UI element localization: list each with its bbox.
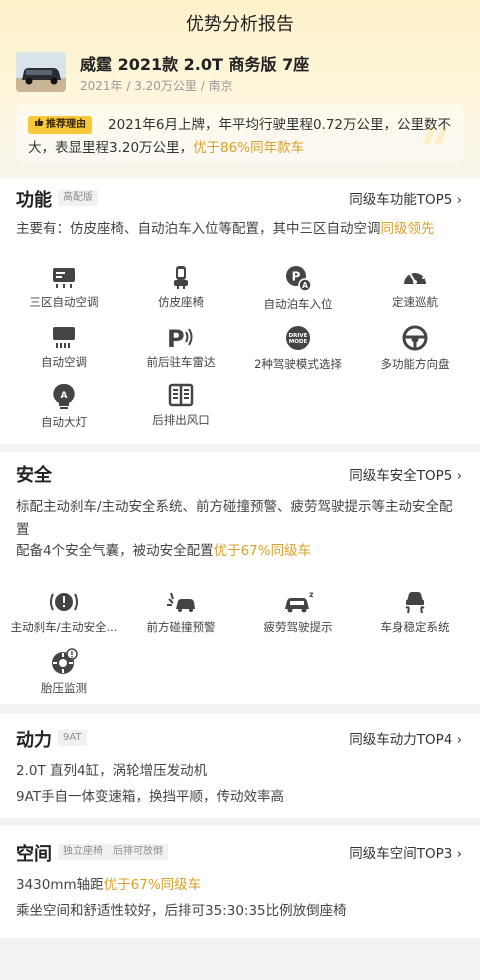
space-line-2: 乘坐空间和舒适性较好，后排可35:30:35比例放倒座椅 — [16, 903, 347, 919]
feature-collision-warning: 前方碰撞预警 — [121, 589, 241, 635]
safety-desc-2: 配备4个安全气囊，被动安全配置优于67%同级车 — [16, 543, 312, 559]
drive-mode-icon: DRIVEMODE — [286, 326, 310, 350]
steering-wheel-icon — [402, 325, 428, 351]
feature-tire-pressure: 胎压监测 — [4, 648, 124, 696]
power-line-2: 9AT手自一体变速箱，换挡平顺，传动效率高 — [16, 789, 285, 805]
car-meta: 2021年 / 3.20万公里 / 南京 — [80, 79, 233, 93]
feature-stability-control: 车身稳定系统 — [355, 589, 475, 635]
feature-three-zone-ac: 三区自动空调 — [4, 264, 124, 310]
space-badge-independent-seats: 独立座椅 — [58, 844, 108, 860]
function-top-link[interactable]: 同级车功能TOP5 › — [349, 188, 462, 208]
safety-top-link[interactable]: 同级车安全TOP5 › — [349, 464, 462, 484]
space-top-link[interactable]: 同级车空间TOP3 › — [349, 842, 462, 862]
function-title: 功能 — [16, 190, 52, 211]
rear-vent-icon — [168, 383, 194, 407]
power-card: 动力 9AT 同级车动力TOP4 › 2.0T 直列4缸，涡轮增压发动机 9AT… — [0, 714, 480, 818]
recommend-tag: 推荐理由 — [28, 116, 92, 134]
safety-card: 安全 同级车安全TOP5 › 标配主动刹车/主动安全系统、前方碰撞预警、疲劳驾驶… — [0, 452, 480, 704]
recommend-reason-box: 2021年6月上牌，年平均行驶里程0.72万公里，公里数不大，表显里程3.20万… — [16, 104, 464, 162]
svg-text:P: P — [292, 270, 301, 284]
auto-headlight-icon: A — [53, 383, 75, 409]
feature-steering-wheel: 多功能方向盘 — [355, 324, 475, 372]
car-thumbnail[interactable] — [16, 52, 66, 92]
feature-parking-radar: P 前后驻车雷达 — [146, 325, 216, 369]
fatigue-icon: z — [285, 590, 313, 613]
page-title: 优势分析报告 — [186, 14, 294, 35]
active-brake-icon — [50, 593, 78, 611]
power-top-link[interactable]: 同级车动力TOP4 › — [349, 728, 462, 748]
feature-auto-park: PA 自动泊车入位 — [238, 264, 358, 312]
recommend-reason-text: 2021年6月上牌，年平均行驶里程0.72万公里，公里数不大，表显里程3.20万… — [28, 117, 452, 156]
auto-park-icon: PA — [286, 266, 312, 292]
space-highlight: 优于67%同级车 — [103, 877, 202, 893]
parking-radar-icon: P — [167, 325, 193, 350]
space-badge-rear-fold: 后排可放倒 — [108, 844, 168, 860]
car-name: 威霆 2021款 2.0T 商务版 7座 — [80, 55, 310, 74]
feature-auto-headlight: A 自动大灯 — [4, 382, 124, 430]
svg-text:P: P — [167, 325, 185, 350]
feature-leather-seat: 仿皮座椅 — [121, 264, 241, 310]
seat-icon — [174, 266, 188, 289]
safety-title: 安全 — [16, 465, 52, 486]
reason-highlight: 优于86%同年款车 — [193, 140, 305, 156]
function-badge: 高配版 — [58, 190, 98, 206]
space-title: 空间 — [16, 844, 52, 865]
hero-section: 优势分析报告 威霆 2021款 2.0T 商务版 7座 2021年 / 3.20… — [0, 0, 480, 180]
tire-pressure-icon — [52, 648, 78, 674]
svg-text:z: z — [309, 590, 313, 599]
space-card: 空间 独立座椅 后排可放倒 同级车空间TOP3 › 3430mm轴距优于67%同… — [0, 826, 480, 938]
ac-panel-icon — [53, 268, 75, 288]
car-photo-icon — [16, 52, 66, 92]
feature-active-brake: 主动刹车/主动安全... — [4, 589, 124, 635]
power-title: 动力 — [16, 730, 52, 751]
svg-text:A: A — [61, 391, 68, 401]
ac-icon — [53, 327, 75, 348]
safety-desc-highlight: 优于67%同级车 — [213, 543, 312, 559]
safety-desc-1: 标配主动刹车/主动安全系统、前方碰撞预警、疲劳驾驶提示等主动安全配置 — [16, 499, 453, 538]
collision-warning-icon — [167, 592, 195, 612]
svg-text:A: A — [302, 281, 308, 290]
function-desc-highlight: 同级领先 — [380, 221, 435, 237]
power-line-1: 2.0T 直列4缸，涡轮增压发动机 — [16, 763, 208, 779]
feature-fatigue-alert: z 疲劳驾驶提示 — [263, 590, 333, 634]
function-card: 功能 高配版 同级车功能TOP5 › 主要有：仿皮座椅、自动泊车入位等配置，其中… — [0, 178, 480, 444]
stability-icon — [405, 592, 425, 614]
cruise-icon — [404, 271, 426, 284]
function-desc: 主要有：仿皮座椅、自动泊车入位等配置，其中三区自动空调同级领先 — [16, 221, 435, 237]
feature-rear-vent: 后排出风口 — [121, 382, 241, 428]
power-badge: 9AT — [58, 730, 87, 746]
thumb-up-icon — [34, 116, 44, 134]
feature-drive-mode: DRIVE MODE 2种驾驶模式选择 — [238, 324, 358, 372]
feature-auto-ac: 自动空调 — [4, 324, 124, 370]
feature-cruise: 定速巡航 — [355, 264, 475, 310]
space-line-1: 3430mm轴距优于67%同级车 — [16, 877, 202, 893]
svg-text:MODE: MODE — [289, 339, 308, 345]
